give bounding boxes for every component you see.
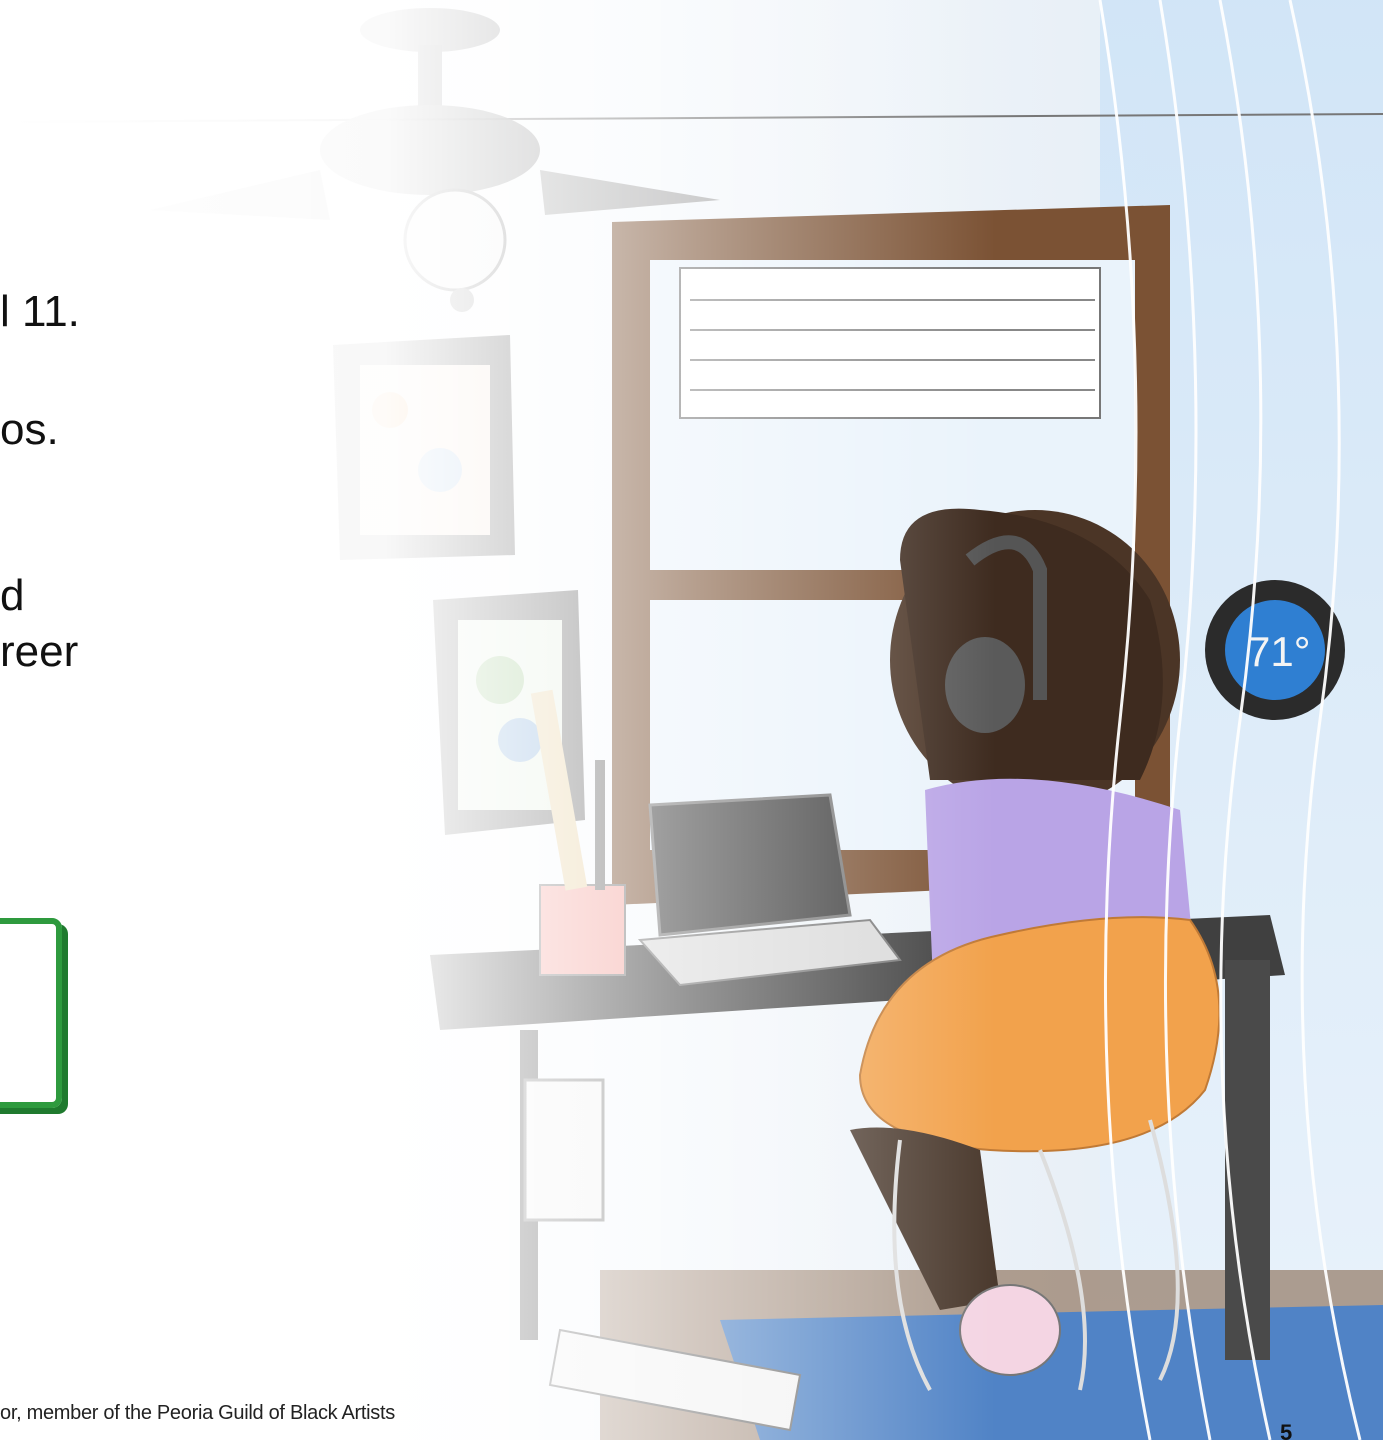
- body-text-line-1: l 11.: [0, 287, 80, 336]
- body-text-line-3: d: [0, 571, 25, 620]
- green-callout-box: [0, 918, 62, 1108]
- fade-overlay: [0, 0, 1383, 1440]
- page-number: 5: [1280, 1420, 1293, 1440]
- body-text-line-4: reer: [0, 627, 79, 676]
- slide: l 11. os. d reer 71° or, member of the P…: [0, 0, 1383, 1440]
- thermostat-reading: 71°: [1247, 628, 1311, 675]
- room-illustration: [0, 0, 1383, 1440]
- artist-credit-caption: or, member of the Peoria Guild of Black …: [0, 1402, 395, 1424]
- body-text-line-2: os.: [0, 405, 59, 454]
